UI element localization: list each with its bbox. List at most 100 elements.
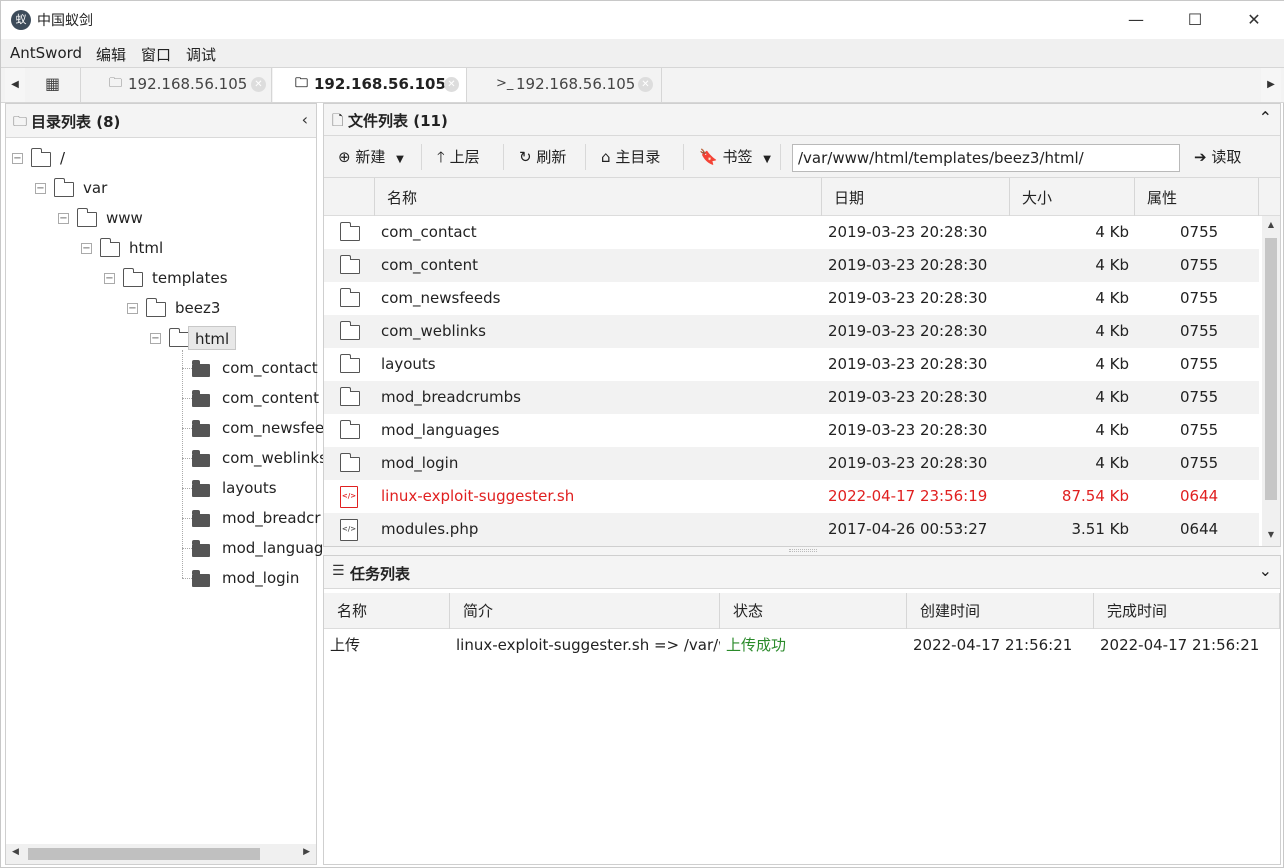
tree-node[interactable]: com_contact [6,356,318,380]
file-name: com_contact [381,223,477,241]
tab-close-icon[interactable]: ✕ [638,77,653,92]
file-date: 2019-03-23 20:28:30 [828,355,988,373]
tab-home-grid-icon[interactable]: ▦ [25,68,81,102]
menu-debug[interactable]: 调试 [186,44,216,65]
tab-files-1[interactable]: 🗀 192.168.56.105 ✕ [82,68,272,102]
file-date: 2017-04-26 00:53:27 [828,520,988,538]
splitter-grip[interactable] [789,549,817,552]
folder-open-icon [99,238,120,257]
scroll-right-icon[interactable]: ▶ [303,847,310,857]
task-column-status[interactable]: 状态 [720,593,907,629]
scroll-down-icon[interactable]: ▼ [1262,530,1280,539]
file-row[interactable]: mod_languages 2019-03-23 20:28:30 4 Kb 0755 [324,414,1259,447]
home-dir-button[interactable]: ⌂ 主目录 [601,146,660,168]
column-header-perm[interactable]: 属性 [1135,178,1259,216]
task-column-created[interactable]: 创建时间 [907,593,1094,629]
file-type-cell [324,381,375,414]
tree-node[interactable]: − beez3 [6,296,316,320]
collapse-left-panel-icon[interactable]: ‹ [302,110,308,129]
tree-node[interactable]: com_weblinks [6,446,327,470]
home-icon: ⌂ [601,148,611,166]
folder-icon [339,255,360,274]
tree-node[interactable]: mod_breadcr [6,506,321,530]
file-perm: 0755 [1180,355,1219,373]
file-name: layouts [381,355,436,373]
file-row[interactable]: mod_breadcrumbs 2019-03-23 20:28:30 4 Kb 07… [324,381,1259,414]
folder-icon [192,420,210,437]
tree-collapse-toggle-icon[interactable]: − [104,273,115,284]
folder-icon [192,540,210,557]
tab-scroll-right-icon[interactable]: ▶ [1261,68,1281,102]
tree-collapse-toggle-icon[interactable]: − [12,153,23,164]
tree-node[interactable]: layouts [6,476,316,500]
file-type-cell [324,216,375,249]
tree-collapse-toggle-icon[interactable]: − [127,303,138,314]
path-input[interactable] [792,144,1180,172]
column-header-date[interactable]: 日期 [822,178,1010,216]
column-header-size[interactable]: 大小 [1010,178,1135,216]
task-column-name[interactable]: 名称 [324,593,450,629]
scrollbar-thumb[interactable] [28,848,260,860]
tree-node[interactable]: com_newsfee [6,416,324,440]
task-row[interactable]: 上传 linux-exploit-suggester.sh => /var/w … [324,629,1280,662]
scroll-left-icon[interactable]: ◀ [12,847,19,857]
menu-antsword[interactable]: AntSword [10,44,82,62]
scroll-up-icon[interactable]: ▲ [1262,220,1280,229]
minimize-button[interactable]: — [1113,5,1159,35]
file-row[interactable]: </> linux-exploit-suggester.sh 2022-04-17 … [324,480,1259,513]
tab-close-icon[interactable]: ✕ [251,77,266,92]
file-row[interactable]: mod_login 2019-03-23 20:28:30 4 Kb 0755 [324,447,1259,480]
file-row[interactable]: com_newsfeeds 2019-03-23 20:28:30 4 Kb 0755 [324,282,1259,315]
task-grid-header: 名称 简介 状态 创建时间 完成时间 [324,593,1280,629]
task-column-finished[interactable]: 完成时间 [1094,593,1280,629]
tree-node[interactable]: − html [6,236,316,260]
tree-collapse-toggle-icon[interactable]: − [150,333,161,344]
file-row[interactable]: com_contact 2019-03-23 20:28:30 4 Kb 0755 [324,216,1259,249]
scrollbar-thumb[interactable] [1265,238,1277,500]
close-window-button[interactable]: ✕ [1231,5,1277,35]
tree-node[interactable]: − www [6,206,316,230]
bookmark-button[interactable]: 🔖 书签 ▼ [699,146,771,168]
file-list-title: 文件列表 (11) [348,112,448,130]
collapse-up-icon[interactable]: ⌃ [1259,108,1272,127]
menu-edit[interactable]: 编辑 [96,44,126,65]
tab-scroll-left-icon[interactable]: ◀ [5,68,25,102]
file-row[interactable]: com_content 2019-03-23 20:28:30 4 Kb 0755 [324,249,1259,282]
tree-node[interactable]: mod_login [6,566,316,590]
task-column-desc[interactable]: 简介 [450,593,720,629]
maximize-button[interactable]: ☐ [1172,5,1218,35]
file-row[interactable]: </> modules.php 2017-04-26 00:53:27 3.51 Kb… [324,513,1259,546]
column-header-name[interactable]: 名称 [375,178,822,216]
plus-circle-icon: ⊕ [338,148,351,166]
file-row[interactable]: layouts 2019-03-23 20:28:30 4 Kb 0755 [324,348,1259,381]
file-date: 2019-03-23 20:28:30 [828,421,988,439]
parent-dir-button[interactable]: 🡑 上层 [437,146,480,168]
file-type-cell [324,282,375,315]
menu-window[interactable]: 窗口 [141,44,171,65]
tab-files-2[interactable]: 🗀 192.168.56.105 ✕ [273,68,467,102]
tab-terminal[interactable]: >_ 192.168.56.105 ✕ [468,68,662,102]
tree-node[interactable]: com_content [6,386,319,410]
collapse-down-icon[interactable]: ⌄ [1259,561,1272,580]
folder-icon [192,480,210,497]
tree-node[interactable]: mod_languag [6,536,323,560]
read-path-button[interactable]: ➔ 读取 [1194,146,1241,168]
task-list-icon: ☰ [332,563,345,579]
tree-collapse-toggle-icon[interactable]: − [81,243,92,254]
vertical-scrollbar[interactable]: ▲ ▼ [1262,216,1280,546]
file-name: com_newsfeeds [381,289,501,307]
tree-node[interactable]: − / [6,146,316,170]
tree-node[interactable]: − var [6,176,316,200]
tree-collapse-toggle-icon[interactable]: − [58,213,69,224]
panel-splitter[interactable] [323,547,1281,555]
tab-close-icon[interactable]: ✕ [444,77,459,92]
tree-node[interactable]: − html [6,326,316,350]
file-list-header: 🗋 文件列表 (11) ⌃ [324,104,1280,136]
file-date: 2019-03-23 20:28:30 [828,388,988,406]
new-button[interactable]: ⊕ 新建 ▼ [338,146,404,168]
tree-node[interactable]: − templates [6,266,316,290]
file-row[interactable]: com_weblinks 2019-03-23 20:28:30 4 Kb 0755 [324,315,1259,348]
horizontal-scrollbar[interactable]: ◀ ▶ [6,844,316,864]
refresh-button[interactable]: ↻ 刷新 [519,146,566,168]
tree-collapse-toggle-icon[interactable]: − [35,183,46,194]
